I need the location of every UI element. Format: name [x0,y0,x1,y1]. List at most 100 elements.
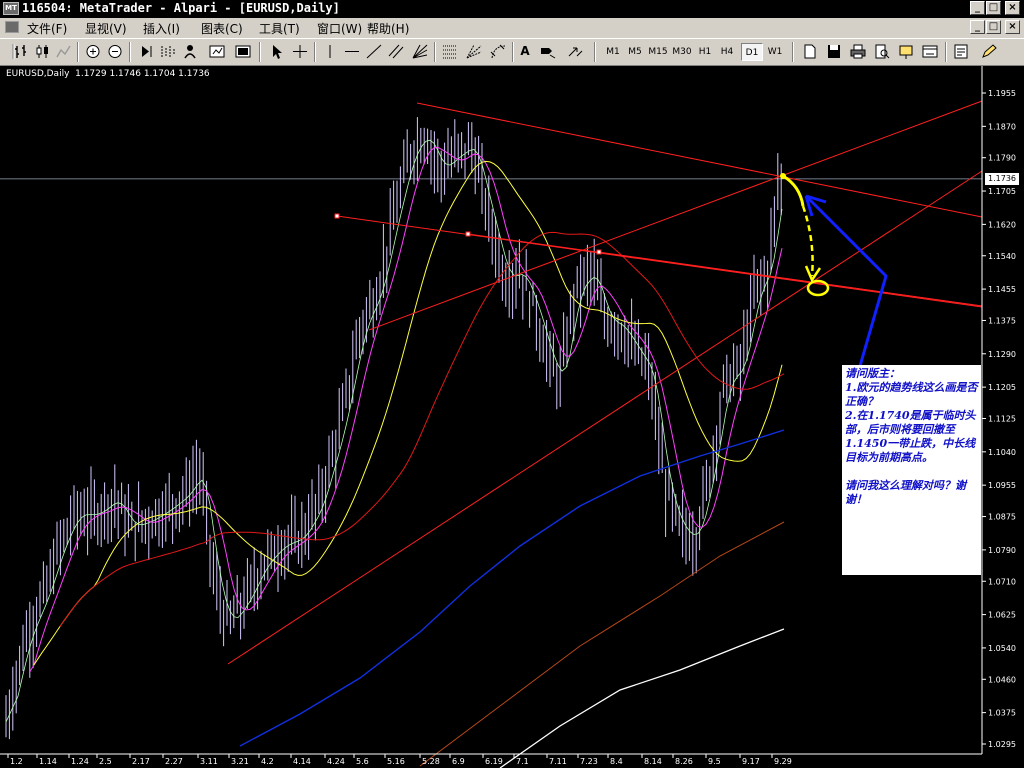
moving-average-brown [419,521,785,767]
templates-icon[interactable] [233,42,253,61]
date-tick-label: 3.21 [231,757,249,766]
date-tick-label: 8.26 [675,757,693,766]
equidistant-channel-icon[interactable] [386,42,406,61]
timeframe-m30[interactable]: M30 [671,43,693,61]
price-tick-label: 1.1205 [988,383,1016,392]
menu-charts[interactable]: 图表(C) [201,20,243,37]
timeframe-h1[interactable]: H1 [695,43,715,61]
text-tool-button[interactable]: A [515,42,535,61]
price-tick-label: 1.1375 [988,316,1016,325]
chart-window-icon[interactable] [920,42,940,61]
price-tick-label: 1.1955 [988,89,1016,98]
doc-restore-button[interactable]: □ [986,20,1001,34]
bar-chart-icon[interactable] [12,42,32,61]
note-line: 请问版主： [845,367,900,380]
candlestick-icon[interactable] [33,42,53,61]
separator [77,42,79,62]
gann-fan-icon[interactable] [410,42,430,61]
current-price-label: 1.1736 [985,173,1019,185]
price-tick-label: 1.0540 [988,644,1016,653]
price-tick-label: 1.1290 [988,350,1016,359]
separator [792,42,794,62]
zoom-out-icon[interactable] [105,42,125,61]
price-tick-label: 1.0375 [988,709,1016,718]
price-tick-label: 1.1620 [988,220,1016,229]
date-tick-label: 4.24 [327,757,345,766]
pencil-icon[interactable] [978,42,998,61]
timeframe-h4[interactable]: H4 [717,43,737,61]
arrows-tool-icon[interactable] [565,42,585,61]
date-tick-label: 9.29 [774,757,792,766]
date-tick-label: 8.4 [610,757,623,766]
price-tick-label: 1.1705 [988,187,1016,196]
price-tick-label: 1.1125 [988,415,1016,424]
label-tool-icon[interactable] [538,42,558,61]
yellow-dot [780,173,786,179]
price-tick-label: 1.1040 [988,448,1016,457]
note-line: 1.欧元的趋势线这么画是否正确？ [845,381,978,408]
yellow-arrow-dashed [801,205,814,277]
timeframe-d1[interactable]: D1 [741,43,763,61]
menu-bar: 文件(F) 显视(V) 插入(I) 图表(C) 工具(T) 窗口(W) 帮助(H… [0,18,1024,39]
fibonacci-arcs-icon[interactable] [488,42,508,61]
price-tick-label: 1.0875 [988,513,1016,522]
date-tick-label: 5.28 [422,757,440,766]
expert-advisors-icon[interactable] [896,42,916,61]
print-preview-icon[interactable] [872,42,892,61]
date-tick-label: 1.24 [71,757,89,766]
menu-window[interactable]: 窗口(W) [317,20,362,37]
minimize-button[interactable]: _ [970,1,985,15]
doc-minimize-button[interactable]: _ [970,20,985,34]
menu-file[interactable]: 文件(F) [27,20,67,37]
line-chart-icon[interactable] [54,42,74,61]
cursor-icon[interactable] [267,42,287,61]
date-tick-label: 2.5 [99,757,112,766]
maximize-button[interactable]: □ [986,1,1001,15]
chart-shift-icon[interactable] [158,42,178,61]
print-icon[interactable] [848,42,868,61]
menu-insert[interactable]: 插入(I) [143,20,180,37]
date-tick-label: 6.19 [485,757,503,766]
crosshair-icon[interactable] [290,42,310,61]
periods-icon[interactable] [207,42,227,61]
price-tick-label: 1.0790 [988,546,1016,555]
price-tick-label: 1.1870 [988,122,1016,131]
new-file-icon[interactable] [800,42,820,61]
trendline-channel-upper [368,100,983,331]
indicators-icon[interactable] [180,42,200,61]
price-tick-label: 1.0955 [988,481,1016,490]
fibonacci-icon[interactable] [440,42,460,61]
timeframe-m15[interactable]: M15 [647,43,669,61]
trendline-top [416,102,983,218]
note-spacer [845,465,978,479]
fibonacci-fan-icon[interactable] [464,42,484,61]
close-button[interactable]: × [1005,1,1020,15]
price-tick-label: 1.0710 [988,577,1016,586]
vertical-line-icon[interactable] [320,42,340,61]
chart-window[interactable]: 1.1955 1.1870 1.1790 1.1705 1.1620 1.1540 1.14… [0,66,1024,768]
date-tick-label: 1.14 [39,757,57,766]
save-icon[interactable] [824,42,844,61]
timeframe-m5[interactable]: M5 [625,43,645,61]
menu-help[interactable]: 帮助(H) [367,20,409,37]
zoom-in-icon[interactable] [83,42,103,61]
timeframe-w1[interactable]: W1 [764,43,786,61]
moving-average-white [499,628,785,768]
doc-close-button[interactable]: × [1005,20,1020,34]
trendline-anchor-point [465,231,471,237]
menu-tools[interactable]: 工具(T) [259,20,300,37]
horizontal-line-icon[interactable] [342,42,362,61]
date-tick-label: 9.17 [742,757,760,766]
autoscroll-icon[interactable] [136,42,156,61]
date-tick-label: 7.11 [549,757,567,766]
timeframe-m1[interactable]: M1 [603,43,623,61]
date-tick-label: 2.17 [132,757,150,766]
trendline-icon[interactable] [364,42,384,61]
separator [314,42,316,62]
note-line: 2.在1.1740是属于临时头部，后市则将要回撤至1.1450一带止跌，中长线目… [845,409,976,464]
moving-average-red [59,231,785,627]
moving-average-blue [239,429,785,747]
chart-document-icon[interactable] [5,21,19,33]
properties-icon[interactable] [951,42,971,61]
menu-view[interactable]: 显视(V) [85,20,127,37]
